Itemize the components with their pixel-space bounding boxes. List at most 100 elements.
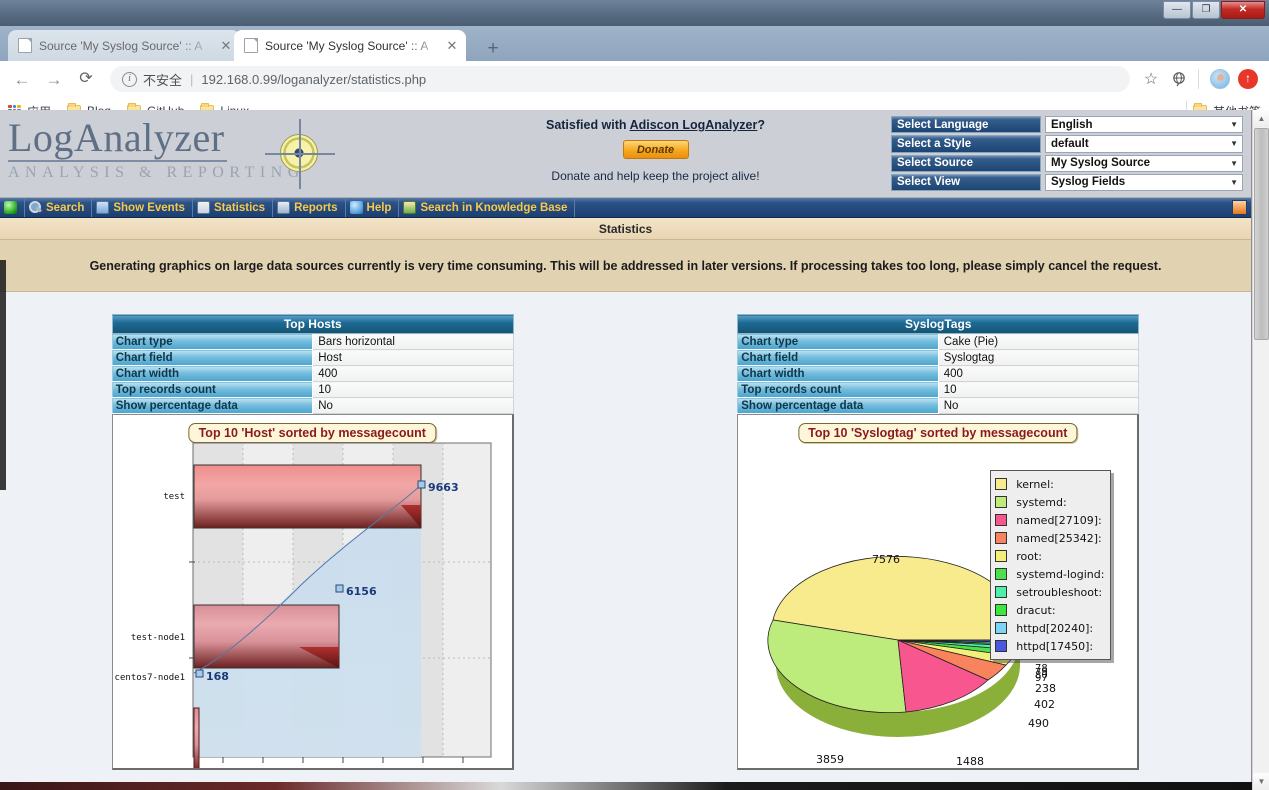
top-hosts-column: Top Hosts Chart type Bars horizontal Cha… — [0, 314, 626, 770]
syslogtags-graph: Top 10 'Syslogtag' sorted by messagecoun… — [737, 414, 1140, 770]
new-tab-button[interactable]: + — [478, 35, 508, 61]
target-crosshair-icon — [265, 119, 335, 189]
legend-item: systemd-logind: — [995, 565, 1104, 583]
legend-swatch — [995, 640, 1008, 652]
table-row: Chart width 400 — [737, 365, 1140, 382]
legend-label: root: — [1016, 549, 1043, 563]
page-scrollbar[interactable]: ▲ ▼ — [1252, 110, 1269, 790]
home-icon — [96, 201, 110, 214]
panel-title: SyslogTags — [737, 314, 1140, 334]
profile-avatar-icon[interactable] — [1207, 66, 1233, 92]
tab-title: Source 'My Syslog Source' :: A — [39, 38, 203, 53]
bar-value-label-2: 6156 — [346, 585, 377, 598]
tab-close-icon[interactable]: ✕ — [444, 39, 460, 52]
nav-item-statistics[interactable]: Statistics — [193, 198, 272, 218]
select-source-dropdown[interactable]: My Syslog Source ▼ — [1045, 154, 1243, 172]
select-view-label: Select View — [891, 173, 1041, 191]
pie-label-named27109: 1488 — [956, 755, 984, 768]
browser-toolbar: ← → ⟳ i 不安全 | 192.168.0.99/loganalyzer/s… — [0, 61, 1269, 98]
knowledge-base-icon — [403, 201, 417, 214]
search-icon — [29, 201, 42, 214]
select-source-value: My Syslog Source — [1051, 157, 1151, 170]
browser-tab-1[interactable]: Source 'My Syslog Source' :: A ✕ — [8, 30, 240, 61]
adiscon-link[interactable]: Adiscon LogAnalyzer — [630, 118, 758, 132]
tab-strip: Source 'My Syslog Source' :: A ✕ Source … — [0, 26, 1269, 61]
legend-item: kernel: — [995, 475, 1104, 493]
bar-category-label-2: test-node1 — [131, 633, 185, 643]
legend-swatch — [995, 568, 1008, 580]
nav-label: Show Events — [113, 201, 185, 214]
config-key: Top records count — [111, 381, 314, 398]
window-close-button[interactable]: ✕ — [1221, 1, 1265, 19]
bar-category-label-1: test — [163, 492, 185, 502]
legend-label: named[27109]: — [1016, 513, 1102, 527]
bar-test — [193, 464, 422, 529]
page-viewport: LogAnalyzer ANALYSIS & REPORTING Satisfi… — [0, 110, 1269, 790]
nav-item-knowledge-base[interactable]: Search in Knowledge Base — [399, 198, 574, 218]
legend-label: dracut: — [1016, 603, 1056, 617]
legend-swatch — [995, 478, 1008, 490]
browser-tab-2[interactable]: Source 'My Syslog Source' :: A ✕ — [234, 30, 466, 61]
config-key: Chart field — [111, 349, 314, 366]
scrollbar-thumb[interactable] — [1254, 128, 1269, 340]
syslogtags-column: SyslogTags Chart type Cake (Pie) Chart f… — [626, 314, 1252, 770]
select-view-dropdown[interactable]: Syslog Fields ▼ — [1045, 173, 1243, 191]
legend-label: httpd[20240]: — [1016, 621, 1094, 635]
nav-item-show-events[interactable]: Show Events — [92, 198, 192, 218]
nav-item-search[interactable]: Search — [25, 198, 91, 218]
legend-swatch — [995, 604, 1008, 616]
legend-swatch — [995, 622, 1008, 634]
reload-button[interactable]: ⟳ — [72, 65, 100, 93]
config-key: Chart type — [111, 333, 314, 350]
legend-item: setroubleshoot: — [995, 583, 1104, 601]
select-view-value: Syslog Fields — [1051, 176, 1126, 189]
back-button[interactable]: ← — [8, 65, 36, 93]
nav-label: Search in Knowledge Base — [420, 201, 568, 214]
nav-status-led — [0, 198, 24, 218]
select-style-dropdown[interactable]: default ▼ — [1045, 135, 1243, 153]
config-value: Syslogtag — [937, 349, 1140, 366]
legend-item: named[25342]: — [995, 529, 1104, 547]
config-key: Chart field — [737, 349, 939, 366]
table-row: Top records count 10 — [111, 381, 514, 398]
window-maximize-button[interactable]: ❐ — [1192, 1, 1220, 19]
donate-button[interactable]: Donate — [622, 140, 689, 159]
omnibox-separator: | — [190, 71, 194, 87]
window-minimize-button[interactable]: — — [1163, 1, 1191, 19]
extension-globe-icon[interactable] — [1166, 66, 1192, 92]
donate-block: Satisfied with Adiscon LogAnalyzer? Dona… — [420, 110, 891, 197]
table-row: Show percentage data No — [111, 397, 514, 414]
nav-item-help[interactable]: Help — [346, 198, 399, 218]
legend-swatch — [995, 532, 1008, 544]
table-row: Chart type Bars horizontal — [111, 333, 514, 350]
nav-label: Statistics — [213, 201, 266, 214]
help-icon — [349, 201, 363, 214]
select-language-dropdown[interactable]: English ▼ — [1045, 116, 1243, 134]
select-style-row: Select a Style default ▼ — [891, 135, 1243, 153]
url-text: 192.168.0.99/loganalyzer/statistics.php — [201, 71, 427, 87]
nav-item-reports[interactable]: Reports — [273, 198, 344, 218]
update-button-icon[interactable]: ↑ — [1235, 66, 1261, 92]
donate-tagline: Donate and help keep the project alive! — [551, 169, 760, 183]
site-info-icon[interactable]: i — [122, 71, 137, 87]
donate-question-prefix: Satisfied with — [545, 118, 630, 132]
table-row: Chart field Syslogtag — [737, 349, 1140, 366]
grid-view-toggle-icon[interactable] — [1232, 200, 1247, 215]
chevron-down-icon: ▼ — [1230, 177, 1238, 187]
tab-close-icon[interactable]: ✕ — [218, 39, 234, 52]
statistics-icon — [196, 201, 210, 214]
page-icon — [18, 38, 32, 53]
legend-label: httpd[17450]: — [1016, 639, 1094, 653]
select-language-label: Select Language — [891, 116, 1041, 134]
forward-button[interactable]: → — [40, 65, 68, 93]
legend-item: httpd[17450]: — [995, 637, 1104, 655]
select-source-row: Select Source My Syslog Source ▼ — [891, 154, 1243, 172]
legend-item: named[27109]: — [995, 511, 1104, 529]
bar-value-label-1: 9663 — [428, 481, 459, 494]
address-bar[interactable]: i 不安全 | 192.168.0.99/loganalyzer/statist… — [110, 66, 1130, 92]
selector-panel: Select Language English ▼ Select a Style… — [891, 110, 1251, 197]
scroll-up-button[interactable]: ▲ — [1253, 110, 1269, 127]
status-led-icon — [4, 201, 17, 214]
scroll-down-button[interactable]: ▼ — [1253, 773, 1269, 790]
bookmark-star-icon[interactable]: ☆ — [1138, 66, 1164, 92]
